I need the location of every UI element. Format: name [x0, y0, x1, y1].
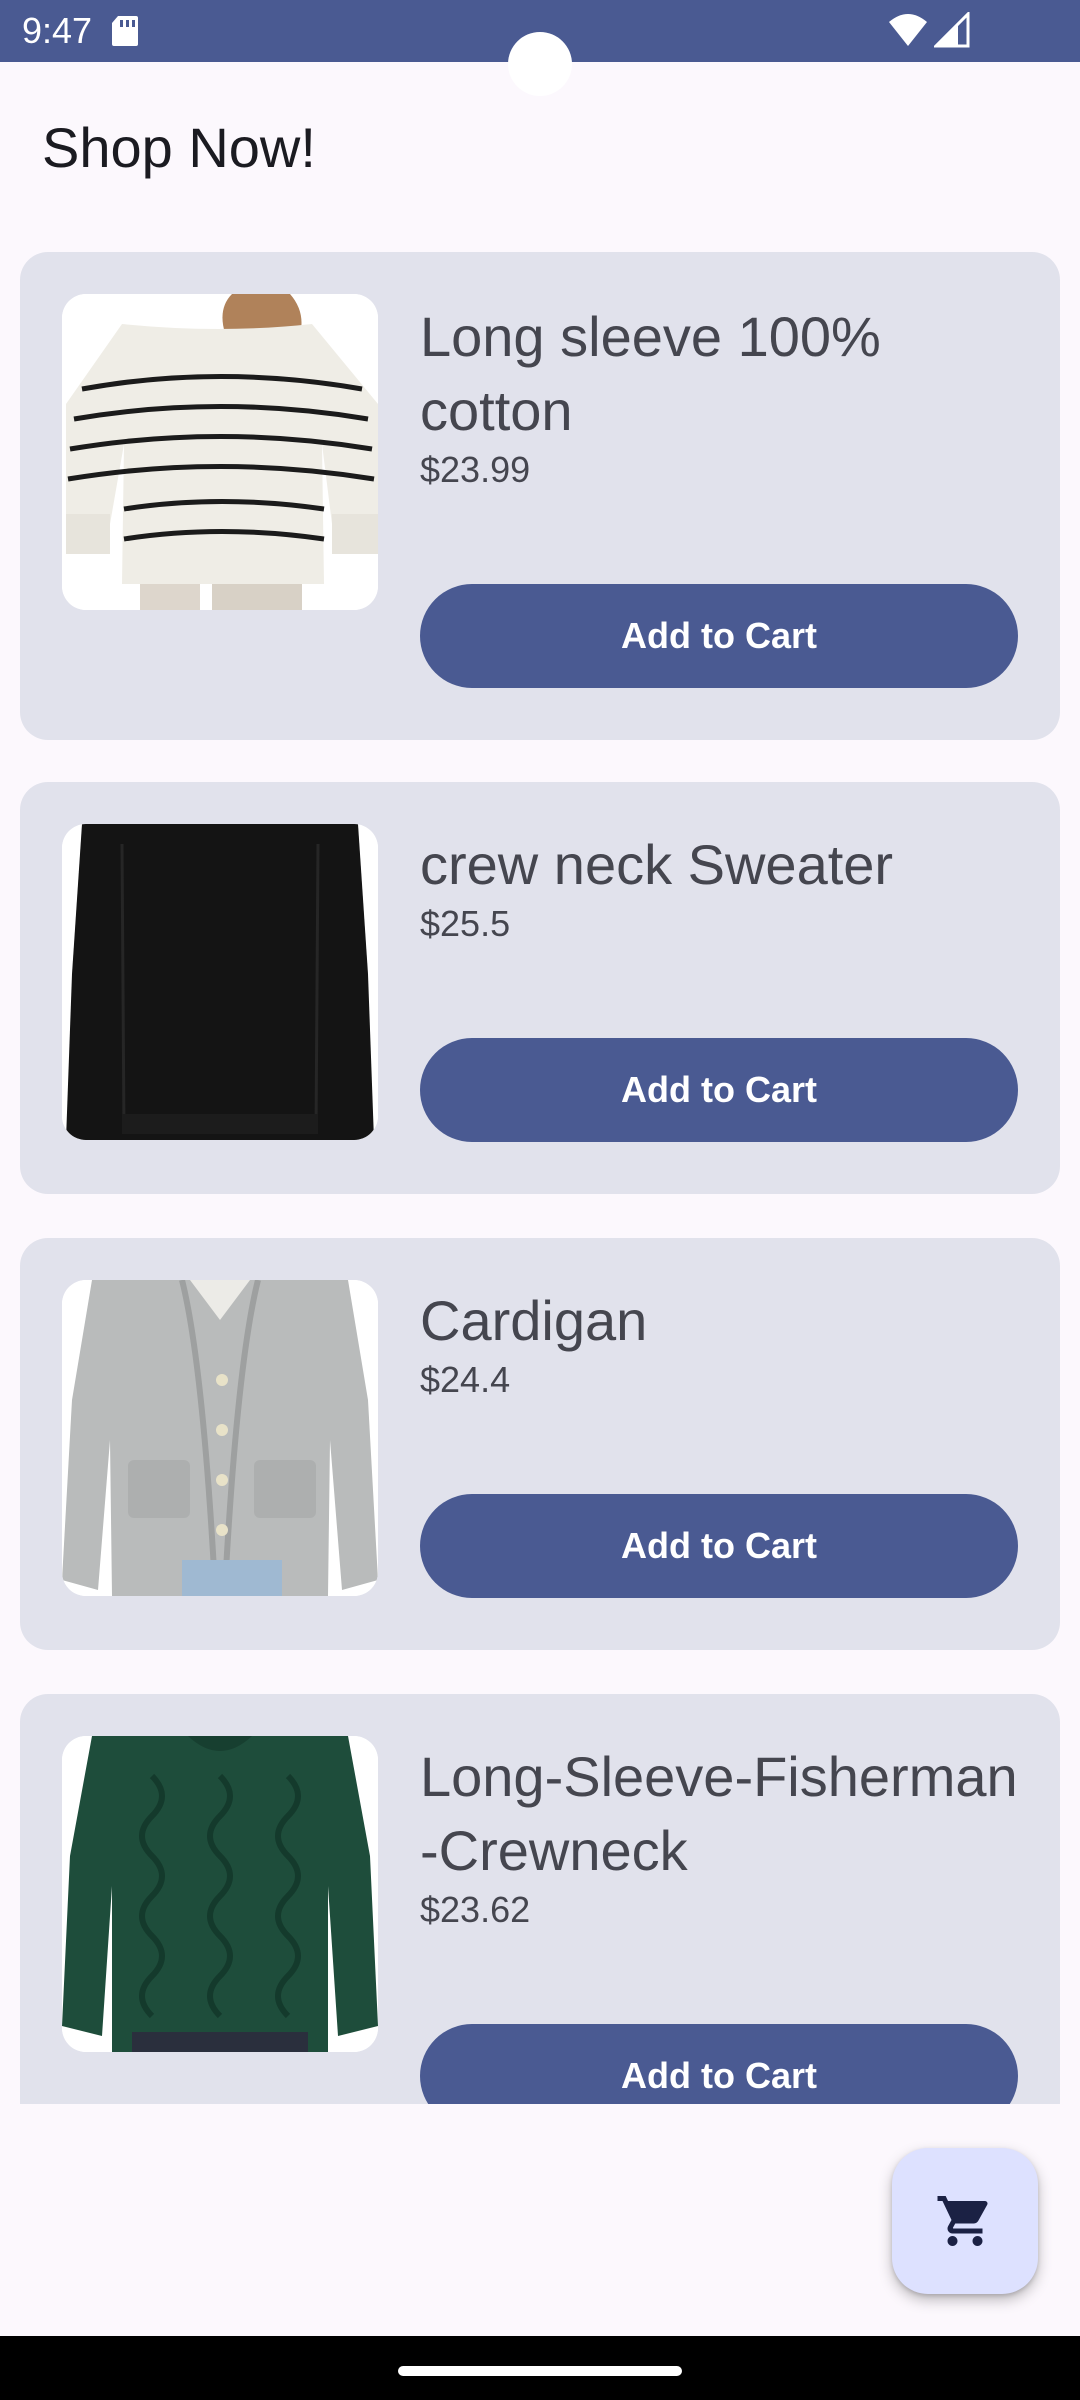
product-card: Cardigan $24.4 Add to Cart [20, 1238, 1060, 1650]
page-title: Shop Now! [42, 116, 316, 179]
product-card: Long sleeve 100% cotton $23.99 Add to Ca… [20, 252, 1060, 740]
product-price: $24.4 [420, 1359, 511, 1400]
product-name: crew neck Sweater [420, 833, 894, 896]
green-cable-knit-sweater-illustration [62, 1736, 378, 2052]
striped-sweater-illustration [62, 294, 378, 610]
grey-cardigan-image [62, 1280, 378, 1596]
navigation-bar [0, 2336, 1080, 2400]
shopping-cart-icon [937, 2196, 988, 2246]
product-name: Long sleeve 100% cotton [420, 305, 881, 442]
grey-cardigan-illustration [62, 1280, 378, 1596]
home-indicator[interactable] [398, 2366, 682, 2376]
product-card: crew neck Sweater $25.5 Add to Cart [20, 782, 1060, 1194]
shop-screen: 9:47 Shop Now! Long sleeve 100% cotton $… [0, 0, 1080, 2400]
black-sweater-illustration [62, 824, 378, 1140]
cart-fab[interactable] [892, 2148, 1038, 2294]
add-to-cart-button[interactable]: Add to Cart [420, 1038, 1018, 1142]
product-list[interactable]: Long sleeve 100% cotton $23.99 Add to Ca… [0, 250, 1080, 2104]
product-card: Long-Sleeve-Fisherman -Crewneck $23.62 A… [20, 1694, 1060, 2104]
sd-card-icon [112, 16, 138, 46]
product-name: Cardigan [420, 1289, 648, 1352]
striped-sweater-image [62, 294, 378, 610]
product-price: $23.62 [420, 1889, 531, 1930]
add-to-cart-button[interactable]: Add to Cart [420, 2024, 1018, 2104]
add-to-cart-button[interactable]: Add to Cart [420, 584, 1018, 688]
status-time: 9:47 [22, 10, 93, 51]
green-cable-knit-sweater-image [62, 1736, 378, 2052]
black-sweater-image [62, 824, 378, 1140]
product-name: Long-Sleeve-Fisherman -Crewneck [420, 1745, 1018, 1882]
product-price: $25.5 [420, 903, 511, 944]
camera-cutout [508, 32, 572, 96]
wifi-icon [889, 14, 927, 46]
signal-icon [934, 12, 970, 48]
product-price: $23.99 [420, 449, 531, 490]
add-to-cart-button[interactable]: Add to Cart [420, 1494, 1018, 1598]
